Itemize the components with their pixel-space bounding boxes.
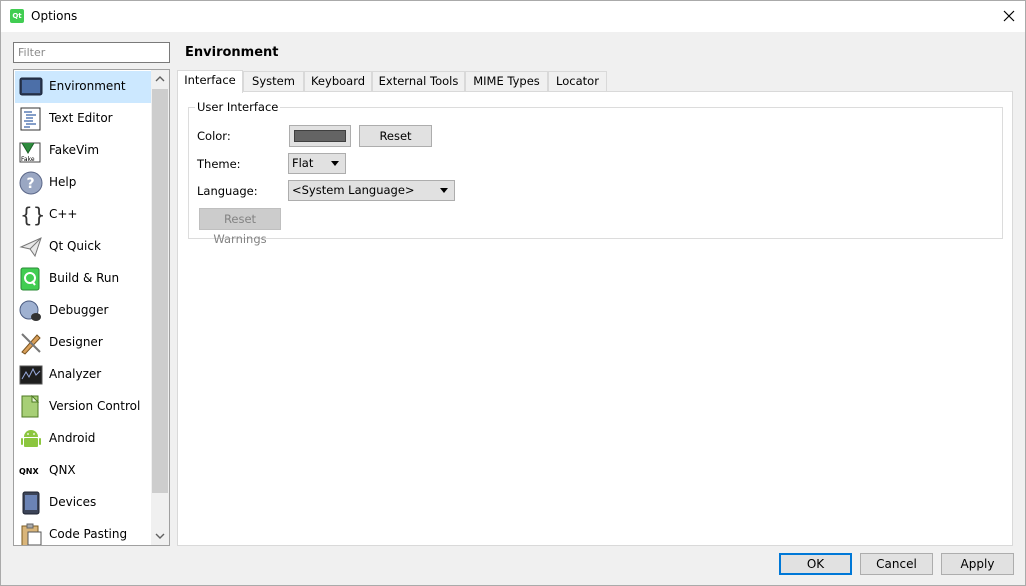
svg-text:{}: {} xyxy=(20,203,43,227)
android-icon xyxy=(21,430,41,447)
sidebar-item-label: Help xyxy=(49,175,77,189)
sidebar-item-label: Designer xyxy=(49,335,103,349)
tab-external-tools[interactable]: External Tools xyxy=(372,71,465,91)
tab-system[interactable]: System xyxy=(243,71,304,91)
sidebar-item-android[interactable]: Android xyxy=(15,423,151,455)
close-button[interactable] xyxy=(993,1,1025,32)
sidebar-item-build-run[interactable]: Build & Run xyxy=(15,263,151,295)
code-pasting-icon xyxy=(21,523,42,545)
tab-locator[interactable]: Locator xyxy=(548,71,607,91)
sidebar-item-label: C++ xyxy=(49,207,78,221)
build-run-icon xyxy=(20,267,40,291)
sidebar-item-help[interactable]: ? Help xyxy=(15,167,151,199)
paper-plane-icon xyxy=(19,237,42,258)
sidebar-item-label: Text Editor xyxy=(49,111,113,125)
scroll-up-button[interactable] xyxy=(151,70,169,87)
sidebar-item-analyzer[interactable]: Analyzer xyxy=(15,359,151,391)
sidebar-item-label: Devices xyxy=(49,495,97,509)
language-select[interactable]: <System Language> xyxy=(288,180,455,201)
sidebar-item-label: Android xyxy=(49,431,96,445)
dropdown-arrow-icon xyxy=(440,188,448,193)
category-list: Environment Text Editor Fake FakeVim ? H… xyxy=(13,69,170,546)
theme-label: Theme: xyxy=(197,157,241,171)
sidebar-item-label: FakeVim xyxy=(49,143,100,157)
color-label: Color: xyxy=(197,129,231,143)
text-editor-icon xyxy=(20,107,41,131)
sidebar-item-environment[interactable]: Environment xyxy=(15,71,151,103)
svg-text:Fake: Fake xyxy=(21,156,35,163)
qt-app-icon: Qt xyxy=(10,9,24,23)
sidebar-item-designer[interactable]: Designer xyxy=(15,327,151,359)
tab-keyboard[interactable]: Keyboard xyxy=(304,71,372,91)
options-dialog: Qt Options Environment Text Editor Fake … xyxy=(0,0,1026,586)
sidebar-item-fakevim[interactable]: Fake FakeVim xyxy=(15,135,151,167)
reset-color-button[interactable]: Reset xyxy=(359,125,432,147)
apply-button[interactable]: Apply xyxy=(941,553,1014,575)
group-title: User Interface xyxy=(195,100,281,114)
language-label: Language: xyxy=(197,184,258,198)
user-interface-group: User Interface Color: Reset Theme: Flat … xyxy=(188,100,1003,246)
sidebar-item-qt-quick[interactable]: Qt Quick xyxy=(15,231,151,263)
color-picker-button[interactable] xyxy=(289,125,351,147)
svg-text:?: ? xyxy=(27,176,35,192)
dropdown-arrow-icon xyxy=(331,161,339,166)
title-bar: Qt Options xyxy=(1,1,1025,32)
theme-select[interactable]: Flat xyxy=(288,153,346,174)
close-icon xyxy=(1003,10,1015,22)
analyzer-icon xyxy=(19,365,43,385)
monitor-icon xyxy=(19,77,43,96)
color-swatch xyxy=(294,130,346,142)
sidebar-item-label: Qt Quick xyxy=(49,239,101,253)
debugger-icon xyxy=(19,300,41,321)
ok-button[interactable]: OK xyxy=(779,553,852,575)
theme-value: Flat xyxy=(292,156,314,170)
language-value: <System Language> xyxy=(292,183,415,197)
sidebar-item-code-pasting[interactable]: Code Pasting xyxy=(15,519,151,545)
sidebar-item-label: Environment xyxy=(49,79,126,93)
category-list-scrollbar[interactable] xyxy=(151,70,169,545)
tab-mime-types[interactable]: MIME Types xyxy=(465,71,548,91)
sidebar-item-cpp[interactable]: {} C++ xyxy=(15,199,151,231)
sidebar-item-label: QNX xyxy=(49,463,76,477)
devices-icon xyxy=(22,491,40,515)
braces-icon: {} xyxy=(20,203,43,227)
version-control-icon xyxy=(21,395,40,418)
interface-tab-panel: User Interface Color: Reset Theme: Flat … xyxy=(177,91,1013,546)
sidebar-item-label: Code Pasting xyxy=(49,527,128,541)
sidebar-item-text-editor[interactable]: Text Editor xyxy=(15,103,151,135)
sidebar-item-label: Version Control xyxy=(49,399,141,413)
svg-text:QNX: QNX xyxy=(19,467,39,476)
sidebar-item-debugger[interactable]: Debugger xyxy=(15,295,151,327)
designer-icon xyxy=(21,333,41,355)
chevron-up-icon xyxy=(155,76,165,82)
window-title: Options xyxy=(31,9,78,23)
sidebar-item-qnx[interactable]: QNX QNX xyxy=(15,455,151,487)
fakevim-icon: Fake xyxy=(19,142,41,163)
help-icon: ? xyxy=(19,171,43,195)
chevron-down-icon xyxy=(155,533,165,539)
scroll-thumb[interactable] xyxy=(152,89,168,493)
tab-interface[interactable]: Interface xyxy=(177,70,243,93)
page-title: Environment xyxy=(185,45,279,60)
sidebar-item-devices[interactable]: Devices xyxy=(15,487,151,519)
scroll-down-button[interactable] xyxy=(151,528,169,545)
filter-input[interactable] xyxy=(13,42,170,63)
sidebar-item-label: Analyzer xyxy=(49,367,102,381)
cancel-button[interactable]: Cancel xyxy=(860,553,933,575)
qnx-icon: QNX xyxy=(19,467,39,476)
reset-warnings-button[interactable]: Reset Warnings xyxy=(199,208,281,246)
sidebar-item-label: Debugger xyxy=(49,303,109,317)
sidebar-item-label: Build & Run xyxy=(49,271,120,285)
sidebar-item-version-control[interactable]: Version Control xyxy=(15,391,151,423)
